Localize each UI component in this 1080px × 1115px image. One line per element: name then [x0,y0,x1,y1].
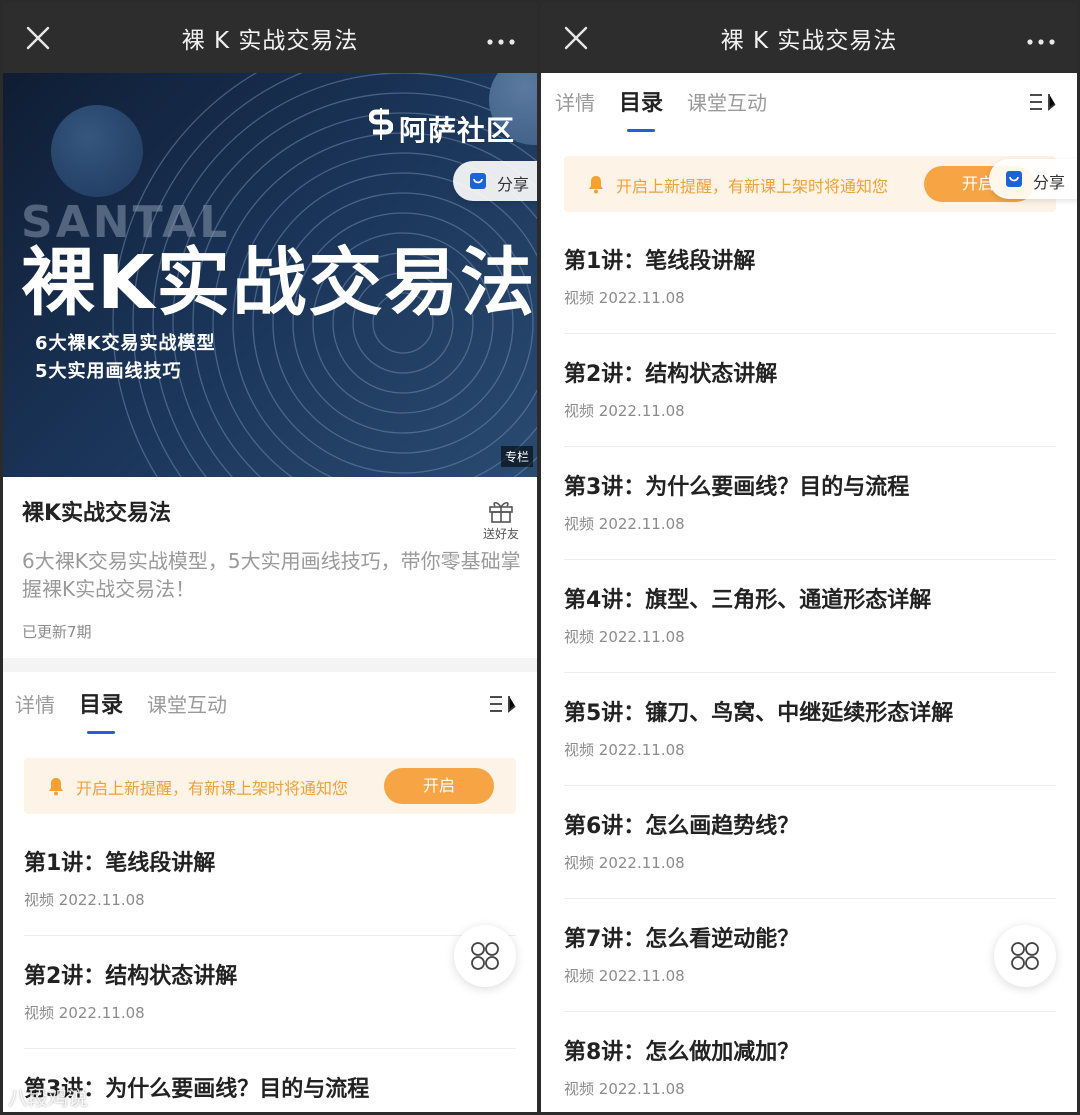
notification-banner: 开启上新提醒，有新课上架时将通知您 开启 [564,156,1056,212]
more-icon[interactable] [1027,39,1055,45]
lesson-meta: 视频 2022.11.08 [564,854,685,872]
lesson-meta: 视频 2022.11.08 [564,967,685,985]
lesson-meta: 视频 2022.11.08 [564,515,685,533]
lesson-item[interactable]: 第6讲：怎么画趋势线？ 视频 2022.11.08 [564,786,1056,899]
active-tab-indicator [627,129,655,132]
course-cover-banner: 阿萨社区 SANTAL 裸K实战交易法 6大裸K交易实战模型 5大实用画线技巧 … [3,73,537,477]
share-icon [470,173,486,189]
lesson-item[interactable]: 第2讲：结构状态讲解 视频 2022.11.08 [24,936,516,1049]
cover-subtitle-line: 6大裸K交易实战模型 [35,333,216,354]
tab-catalog[interactable]: 目录 [79,687,123,719]
lesson-title: 第3讲：为什么要画线？目的与流程 [564,475,910,500]
navbar: 裸 K 实战交易法 [3,3,537,73]
lesson-title: 第5讲：镰刀、鸟窝、中继延续形态详解 [564,701,954,726]
lesson-meta: 视频 2022.11.08 [24,891,145,909]
lesson-item[interactable]: 第8讲：怎么做加减加？ 视频 2022.11.08 [564,1012,1056,1112]
lesson-meta: 视频 2022.11.08 [564,1080,685,1098]
notification-text: 开启上新提醒，有新课上架时将通知您 [76,779,349,798]
grid-menu-icon [471,942,499,970]
lesson-title: 第1讲：笔线段讲解 [564,249,756,274]
bell-icon [49,778,63,796]
right-phone-screen: 裸 K 实战交易法 详情 目录 课堂互动 开启上新提醒，有新课上架时将通知您 开… [541,3,1077,1112]
column-tag: 专栏 [500,446,533,467]
lesson-meta: 视频 2022.11.08 [564,741,685,759]
cover-subtitle-line: 5大实用画线技巧 [35,361,182,382]
more-icon[interactable] [487,39,515,45]
lesson-item[interactable]: 第5讲：镰刀、鸟窝、中继延续形态详解 视频 2022.11.08 [564,673,1056,786]
tab-details[interactable]: 详情 [15,689,55,718]
floating-menu-button[interactable] [994,925,1056,987]
tab-details[interactable]: 详情 [555,87,595,116]
lesson-title: 第8讲：怎么做加减加？ [564,1040,800,1065]
tab-bar: 详情 目录 课堂互动 [541,73,1077,133]
tab-interaction[interactable]: 课堂互动 [687,87,767,116]
sort-menu-icon[interactable] [1029,93,1057,111]
share-button[interactable]: 分享 [989,159,1077,199]
enable-notification-button[interactable]: 开启 [384,768,494,804]
page-title: 裸 K 实战交易法 [181,28,359,54]
lesson-item[interactable]: 第1讲：笔线段讲解 视频 2022.11.08 [564,221,1056,334]
lesson-title: 第6讲：怎么画趋势线？ [564,814,800,839]
lesson-title: 第1讲：笔线段讲解 [24,851,216,876]
share-icon [1006,171,1022,187]
gift-button[interactable]: 送好友 [477,499,525,547]
lesson-item[interactable]: 第1讲：笔线段讲解 视频 2022.11.08 [24,823,516,936]
lesson-meta: 视频 2022.11.08 [564,289,685,307]
cover-title: 裸K实战交易法 [21,240,537,326]
tab-catalog[interactable]: 目录 [619,85,663,117]
grid-menu-icon [1011,942,1039,970]
lesson-item[interactable]: 第7讲：怎么看逆动能？ 视频 2022.11.08 [564,899,1056,1012]
lesson-item[interactable]: 第4讲：旗型、三角形、通道形态详解 视频 2022.11.08 [564,560,1056,673]
lesson-meta: 视频 2022.11.08 [24,1004,145,1022]
lesson-item[interactable]: 第2讲：结构状态讲解 视频 2022.11.08 [564,334,1056,447]
navbar: 裸 K 实战交易法 [541,3,1077,73]
lesson-meta: 视频 2022.11.08 [564,628,685,646]
bell-icon [589,176,603,194]
lesson-item[interactable]: 第3讲：为什么要画线？目的与流程 视频 2022.11.08 [564,447,1056,560]
course-description: 6大裸K交易实战模型，5大实用画线技巧，带你零基础掌握裸K实战交易法！ [22,549,521,601]
floating-menu-button[interactable] [454,925,516,987]
share-label: 分享 [1033,173,1066,192]
lesson-title: 第2讲：结构状态讲解 [24,964,238,989]
image-watermark: 八段鸡说 [8,1086,88,1110]
share-label: 分享 [497,175,530,194]
course-title: 裸K实战交易法 [22,501,172,526]
sort-menu-icon[interactable] [489,695,517,713]
page-title: 裸 K 实战交易法 [720,28,898,54]
active-tab-indicator [87,731,115,734]
tab-bar: 详情 目录 课堂互动 [3,675,537,735]
gift-icon [489,501,513,523]
brand-name: 阿萨社区 [399,114,516,147]
cover-sphere-decoration [51,105,143,197]
notification-banner: 开启上新提醒，有新课上架时将通知您 开启 [24,758,516,814]
gift-label: 送好友 [482,527,519,541]
lesson-title: 第2讲：结构状态讲解 [564,362,778,387]
share-button[interactable]: 分享 [453,161,537,201]
section-divider [3,658,537,672]
lesson-title: 第4讲：旗型、三角形、通道形态详解 [564,588,932,613]
notification-text: 开启上新提醒，有新课上架时将通知您 [616,177,889,196]
tab-interaction[interactable]: 课堂互动 [147,689,227,718]
update-count: 已更新7期 [22,623,92,641]
lesson-meta: 视频 2022.11.08 [564,402,685,420]
brand-logo-icon [369,108,393,140]
left-phone-screen: 裸 K 实战交易法 阿萨社区 SANTAL 裸K实战交易法 6大裸K交易实战模型… [3,3,537,1112]
lesson-title: 第7讲：怎么看逆动能？ [564,927,800,952]
lesson-item[interactable]: 第3讲：为什么要画线？目的与流程 [24,1049,516,1112]
